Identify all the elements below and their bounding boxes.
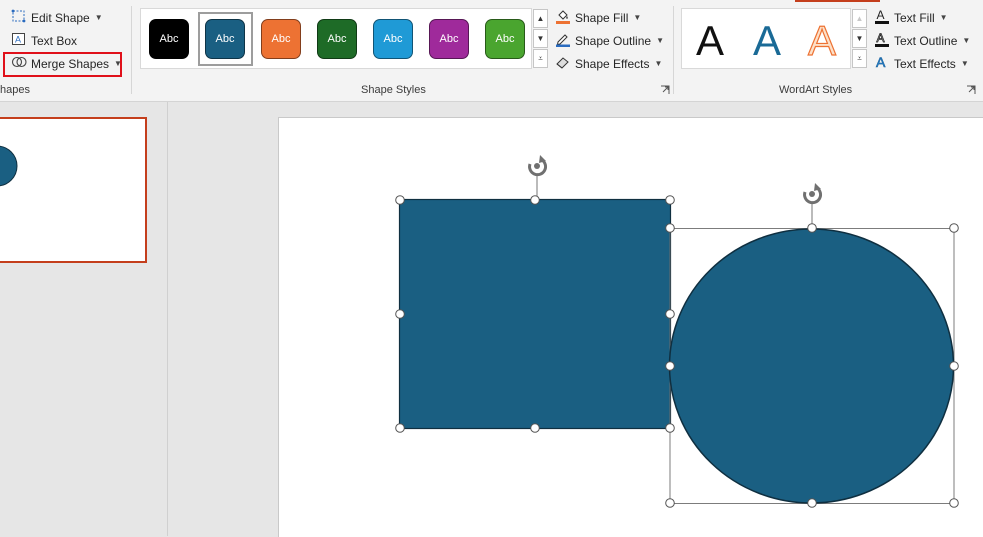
rotate-handle-icon[interactable] bbox=[803, 183, 822, 228]
rotate-handle-icon[interactable] bbox=[528, 155, 547, 199]
circle-shape[interactable] bbox=[668, 228, 955, 504]
rectangle-shape[interactable] bbox=[398, 198, 672, 430]
shapes-layer bbox=[395, 155, 959, 508]
